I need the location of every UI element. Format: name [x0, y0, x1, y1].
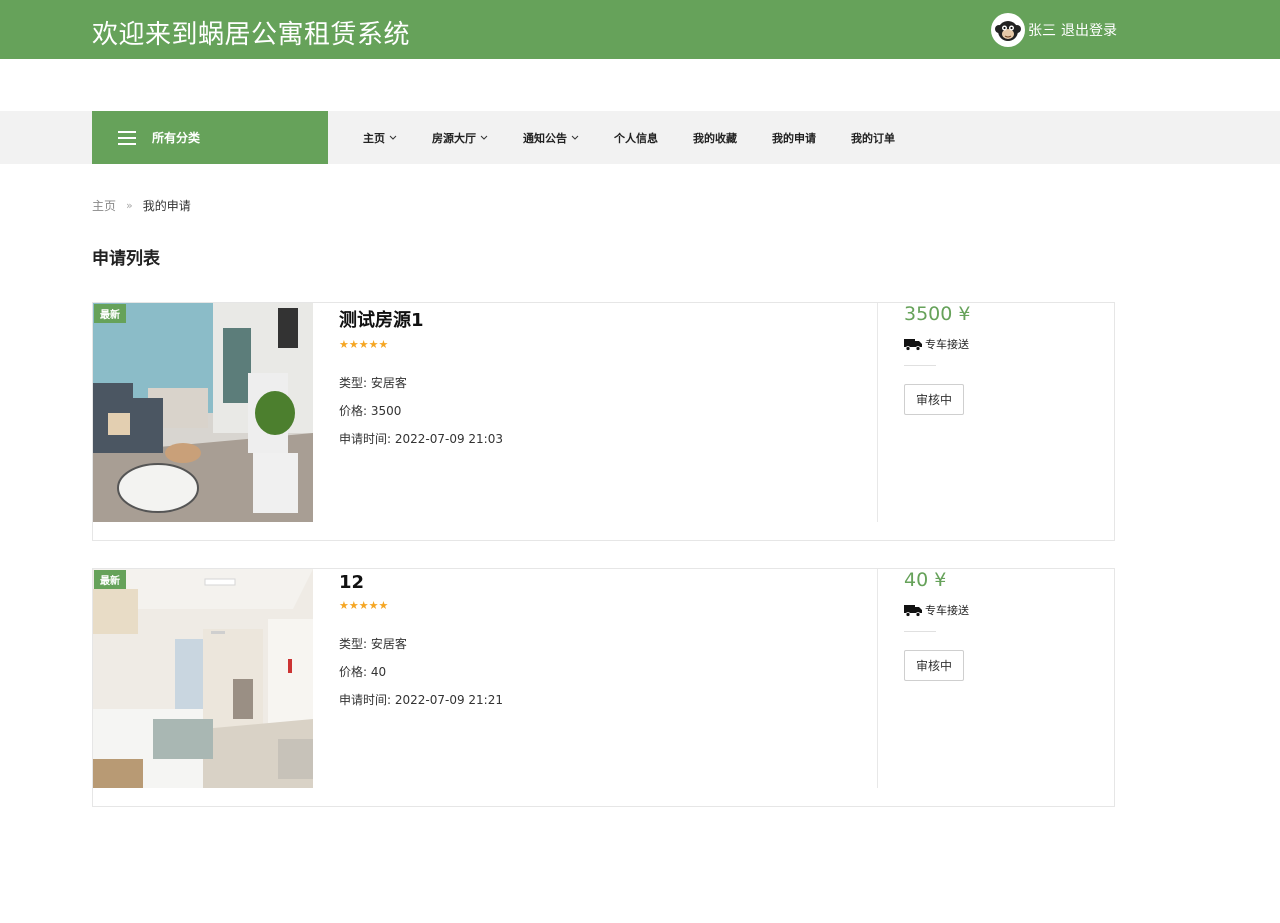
breadcrumb-separator: » [126, 199, 133, 212]
main-navbar: 所有分类 主页 房源大厅 通知公告 个人信息 我的收藏 我的申请 我的订单 [0, 111, 1280, 164]
application-time: 申请时间: 2022-07-09 21:03 [339, 432, 503, 446]
breadcrumb-current: 我的申请 [142, 199, 191, 213]
chevron-down-icon [571, 135, 579, 140]
room-photo[interactable]: 最新 [93, 303, 313, 522]
new-badge: 最新 [94, 304, 126, 323]
listing-price: 价格: 3500 [339, 404, 402, 418]
nav-item-orders[interactable]: 我的订单 [851, 130, 895, 146]
listing-type: 类型: 安居客 [339, 637, 407, 651]
card-side: 3500 ¥ 专车接送 审核中 [904, 303, 1104, 415]
nav-item-label: 个人信息 [614, 131, 658, 145]
new-badge: 最新 [94, 570, 126, 589]
truck-icon [904, 604, 922, 617]
delivery-info: 专车接送 [904, 602, 1104, 618]
nav-item-label: 我的申请 [772, 131, 816, 145]
divider [877, 569, 878, 788]
breadcrumb-home-link[interactable]: 主页 [92, 197, 116, 214]
delivery-label: 专车接送 [925, 338, 969, 351]
nav-item-label: 我的订单 [851, 131, 895, 145]
nav-item-label: 通知公告 [523, 131, 567, 145]
listing-type: 类型: 安居客 [339, 376, 407, 390]
monkey-avatar-icon[interactable] [991, 13, 1025, 47]
nav-item-label: 主页 [363, 131, 385, 145]
review-status-button[interactable]: 审核中 [904, 650, 965, 681]
breadcrumb: 主页 » 我的申请 [92, 197, 191, 214]
listing-price: 价格: 40 [339, 665, 387, 679]
user-name[interactable]: 张三 [1028, 20, 1056, 40]
card-info: 12 ★★★★★ 类型: 安居客 价格: 40 申请时间: 2022-07-09… [339, 569, 869, 708]
review-status-button[interactable]: 审核中 [904, 384, 965, 415]
listing-title[interactable]: 12 [339, 572, 869, 593]
price-display: 40 ¥ [904, 569, 947, 591]
nav-item-label: 我的收藏 [693, 131, 737, 145]
user-area: 张三 退出登录 [991, 13, 1117, 47]
hamburger-menu-icon [118, 130, 136, 145]
delivery-info: 专车接送 [904, 336, 1104, 352]
divider [904, 631, 936, 632]
nav-item-label: 房源大厅 [432, 131, 476, 145]
nav-item-applications[interactable]: 我的申请 [772, 130, 816, 146]
page-title: 申请列表 [92, 249, 160, 269]
truck-icon [904, 338, 922, 351]
card-info: 测试房源1 ★★★★★ 类型: 安居客 价格: 3500 申请时间: 2022-… [339, 303, 869, 447]
room-photo[interactable]: 最新 [93, 569, 313, 788]
nav-item-home[interactable]: 主页 [363, 130, 397, 146]
application-card: 最新 12 ★★★★★ 类型: 安居客 价格: 40 申请时间: 2022-07… [92, 568, 1115, 807]
divider [904, 365, 936, 366]
application-card: 最新 测试房源1 ★★★★★ 类型: 安居客 价格: 3500 申请时间: 20… [92, 302, 1115, 541]
site-title: 欢迎来到蜗居公寓租赁系统 [92, 20, 411, 50]
top-header-bar: 欢迎来到蜗居公寓租赁系统 张三 退出登录 [0, 0, 1280, 59]
star-rating: ★★★★★ [339, 599, 389, 612]
delivery-label: 专车接送 [925, 604, 969, 617]
divider [877, 303, 878, 522]
card-side: 40 ¥ 专车接送 审核中 [904, 569, 1104, 681]
chevron-down-icon [389, 135, 397, 140]
chevron-down-icon [480, 135, 488, 140]
application-time: 申请时间: 2022-07-09 21:21 [339, 693, 503, 707]
logout-link[interactable]: 退出登录 [1061, 20, 1117, 40]
nav-menu: 主页 房源大厅 通知公告 个人信息 我的收藏 我的申请 我的订单 [363, 111, 930, 164]
listing-title[interactable]: 测试房源1 [339, 306, 869, 332]
all-categories-button[interactable]: 所有分类 [92, 111, 328, 164]
star-rating: ★★★★★ [339, 338, 389, 351]
nav-item-listings[interactable]: 房源大厅 [432, 130, 488, 146]
nav-item-notices[interactable]: 通知公告 [523, 130, 579, 146]
price-display: 3500 ¥ [904, 303, 971, 325]
all-categories-label: 所有分类 [152, 131, 201, 145]
nav-item-profile[interactable]: 个人信息 [614, 130, 658, 146]
nav-item-favorites[interactable]: 我的收藏 [693, 130, 737, 146]
